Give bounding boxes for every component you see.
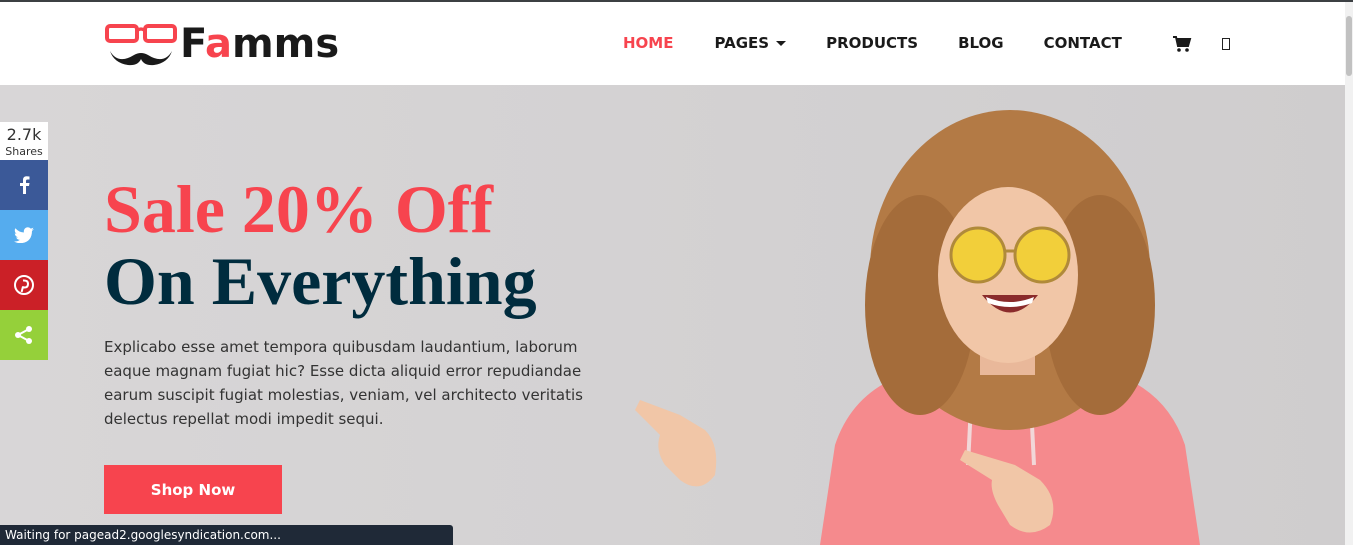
hero-title-line2: On Everything	[104, 243, 537, 319]
twitter-icon	[14, 227, 34, 243]
site-header: Famms HOME PAGES PRODUCTS BLOG CONTACT	[0, 2, 1353, 85]
nav-pages[interactable]: PAGES	[714, 34, 787, 52]
facebook-icon	[20, 176, 30, 194]
share-button[interactable]	[0, 310, 48, 360]
pinterest-icon	[14, 275, 34, 295]
search-icon[interactable]	[1222, 38, 1230, 50]
nav-blog[interactable]: BLOG	[958, 34, 1004, 52]
share-count: 2.7k Shares	[0, 122, 48, 160]
scrollbar[interactable]	[1345, 2, 1353, 545]
twitter-share-button[interactable]	[0, 210, 48, 260]
browser-status-bar: Waiting for pagead2.googlesyndication.co…	[0, 525, 453, 545]
chevron-down-icon	[776, 41, 787, 46]
share-count-label: Shares	[5, 145, 43, 158]
pinterest-share-button[interactable]	[0, 260, 48, 310]
logo[interactable]: Famms	[104, 20, 339, 68]
main-nav: HOME PAGES PRODUCTS BLOG CONTACT	[623, 32, 1122, 54]
scrollbar-thumb[interactable]	[1346, 16, 1352, 76]
social-share-bar: 2.7k Shares	[0, 122, 48, 360]
nav-pages-label: PAGES	[714, 34, 770, 52]
hero-description: Explicabo esse amet tempora quibusdam la…	[104, 338, 583, 428]
share-icon	[15, 326, 32, 344]
cart-icon[interactable]	[1172, 35, 1192, 53]
nav-contact[interactable]: CONTACT	[1044, 34, 1122, 52]
share-count-number: 2.7k	[6, 125, 42, 144]
hero-model-image	[635, 110, 1200, 545]
shop-now-button[interactable]: Shop Now	[104, 465, 282, 514]
brand-name: Famms	[180, 21, 340, 67]
glasses-mustache-logo-icon	[105, 24, 177, 66]
hero-banner: Sale 20% Off On Everything Explicabo ess…	[0, 85, 1345, 545]
nav-home[interactable]: HOME	[623, 34, 673, 52]
hero-title-line1: Sale 20% Off	[104, 171, 494, 247]
facebook-share-button[interactable]	[0, 160, 48, 210]
nav-products[interactable]: PRODUCTS	[826, 34, 918, 52]
